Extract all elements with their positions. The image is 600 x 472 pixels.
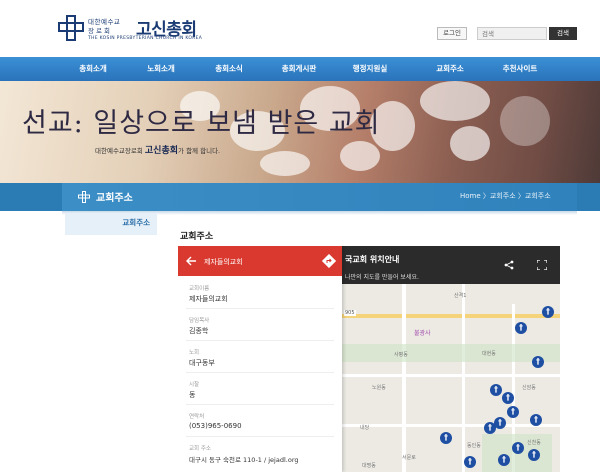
church-pin-icon[interactable]: † — [507, 406, 519, 418]
field-label-church-name: 교회이름 — [189, 286, 210, 292]
blossom-decoration — [340, 141, 380, 171]
share-icon[interactable] — [504, 260, 514, 270]
field-divider — [186, 372, 334, 373]
church-cross-logo-icon — [58, 15, 84, 41]
banner-title: 선교: 일상으로 보냄 받은 교회 — [22, 108, 381, 139]
church-pin-icon[interactable]: † — [440, 432, 452, 444]
logo-english: THE KOSIN PRESBYTERIAN CHURCH IN KOREA — [88, 36, 203, 41]
field-value-district: 동 — [189, 391, 196, 399]
cross-icon — [78, 191, 90, 203]
fullscreen-icon[interactable] — [537, 260, 547, 270]
map-header: 국교회 위치안내 나만의 지도를 만들어 보세요. — [342, 246, 560, 284]
field-divider — [186, 436, 334, 437]
map-place-label: 동인동 — [467, 443, 481, 449]
banner-subtitle: 대한예수교장로회 고신총회가 함께 합니다. — [95, 143, 220, 156]
map-place-label: 대현동 — [482, 351, 496, 357]
map-road-number: 905 — [344, 310, 356, 316]
place-info-header: 제자들의교회 — [178, 246, 342, 276]
login-button[interactable]: 로그인 — [437, 27, 467, 40]
banner-subtitle-pre: 대한예수교장로회 — [95, 147, 145, 155]
church-pin-icon[interactable]: † — [494, 417, 506, 429]
search-input[interactable] — [477, 27, 547, 40]
logo-line2: 장로회 — [88, 27, 112, 35]
map-place-label: 산격1 — [454, 293, 467, 299]
field-value-presbytery: 대구동부 — [189, 359, 215, 367]
church-pin-icon[interactable]: † — [512, 442, 524, 454]
section-title: 교회주소 — [180, 232, 214, 242]
field-label-district: 시찰 — [189, 382, 200, 388]
page-title: 교회주소 — [96, 193, 133, 204]
map-embed[interactable]: 불광사 산격1 사평동 노원동 대현동 내당 신암동 서문로 동인동 대명동 신… — [178, 246, 560, 472]
field-label-contact: 연락처 — [189, 414, 205, 420]
nav-item-intro[interactable]: 총회소개 — [59, 57, 127, 81]
map-road — [342, 424, 560, 427]
map-road — [342, 314, 560, 318]
search-button[interactable]: 검색 — [549, 27, 577, 40]
banner-subtitle-brand: 고신총회 — [144, 146, 179, 156]
banner-subtitle-post: 가 함께 합니다. — [178, 147, 221, 155]
map-place-label: 사평동 — [394, 352, 408, 358]
map-place-temple: 불광사 — [414, 330, 431, 337]
nav-item-admin[interactable]: 행정지원실 — [336, 57, 404, 81]
map-place-label: 내당 — [360, 425, 370, 431]
blossom-decoration — [420, 81, 490, 121]
church-pin-icon[interactable]: † — [515, 322, 527, 334]
sidebar-item-church-address[interactable]: 교회주소 — [65, 213, 157, 235]
nav-item-presbytery[interactable]: 노회소개 — [127, 57, 195, 81]
field-value-church-name: 제자들의교회 — [189, 295, 228, 303]
blossom-decoration — [450, 126, 490, 161]
site-header: 대한예수교 장로회 고신총회 THE KOSIN PRESBYTERIAN CH… — [0, 0, 600, 56]
place-info-header-name: 제자들의교회 — [204, 258, 243, 266]
map-title: 국교회 위치안내 — [345, 255, 400, 264]
field-divider — [186, 404, 334, 405]
blossom-decoration — [260, 151, 310, 176]
field-value-address: 대구시 동구 숙천로 110-1 / jejadl.org — [189, 456, 299, 464]
church-pin-icon[interactable]: † — [498, 454, 510, 466]
map-hint[interactable]: 나만의 지도를 만들어 보세요. — [345, 272, 419, 281]
place-info-panel: 제자들의교회 교회이름 제자들의교회 담임목사 김종학 노회 대구동부 시찰 동… — [178, 246, 342, 472]
page-title-bar: 교회주소 Home 〉교회주소 〉교회주소 — [0, 183, 600, 211]
field-value-contact: (053)965-0690 — [189, 422, 242, 430]
church-pin-icon[interactable]: † — [528, 449, 540, 461]
church-pin-icon[interactable]: † — [530, 414, 542, 426]
map-park — [342, 344, 560, 362]
field-label-address: 교회 주소 — [189, 446, 211, 452]
nav-item-news[interactable]: 총회소식 — [195, 57, 263, 81]
back-arrow-icon[interactable] — [185, 255, 197, 267]
field-label-pastor: 담임목사 — [189, 318, 210, 324]
church-pin-icon[interactable]: † — [542, 306, 554, 318]
field-label-presbytery: 노회 — [189, 350, 200, 356]
nav-item-recommended[interactable]: 추천사이트 — [486, 57, 554, 81]
map-road — [462, 284, 465, 472]
church-pin-icon[interactable]: † — [532, 356, 544, 368]
main-nav: 총회소개 노회소개 총회소식 총회게시판 행정지원실 교회주소 추천사이트 — [0, 57, 600, 81]
map-place-label: 신암동 — [522, 385, 536, 391]
nav-item-church-address[interactable]: 교회주소 — [416, 57, 484, 81]
map-canvas[interactable]: 불광사 산격1 사평동 노원동 대현동 내당 신암동 서문로 동인동 대명동 신… — [342, 284, 560, 472]
church-pin-icon[interactable]: † — [464, 456, 476, 468]
map-place-label: 서문로 — [402, 455, 416, 461]
field-divider — [186, 340, 334, 341]
church-pin-icon[interactable]: † — [490, 384, 502, 396]
map-road — [402, 284, 406, 472]
nav-item-board[interactable]: 총회게시판 — [265, 57, 333, 81]
church-pin-icon[interactable]: † — [502, 392, 514, 404]
field-divider — [186, 308, 334, 309]
site-logo[interactable]: 대한예수교 장로회 고신총회 THE KOSIN PRESBYTERIAN CH… — [58, 14, 202, 46]
map-place-label: 신천동 — [527, 440, 541, 446]
hero-banner: 선교: 일상으로 보냄 받은 교회 대한예수교장로회 고신총회가 함께 합니다. — [0, 81, 600, 183]
map-road — [342, 374, 560, 377]
map-place-label: 노원동 — [372, 385, 386, 391]
blossom-decoration — [500, 96, 550, 146]
breadcrumb[interactable]: Home 〉교회주소 〉교회주소 — [460, 191, 551, 201]
directions-icon[interactable] — [322, 254, 336, 268]
map-place-label: 대명동 — [362, 463, 376, 469]
field-value-pastor: 김종학 — [189, 327, 209, 335]
